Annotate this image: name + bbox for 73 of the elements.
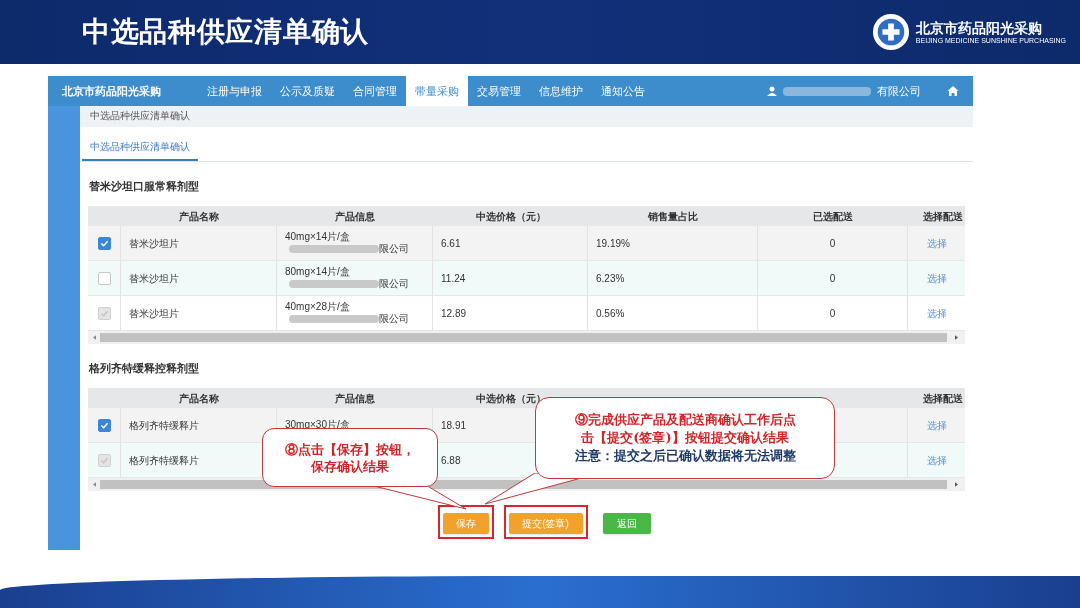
checkbox[interactable]: [97, 236, 111, 250]
breadcrumb[interactable]: 中选品种供应清单确认: [90, 109, 190, 124]
callout-text: ⑨完成供应产品及配送商确认工作后点: [574, 411, 796, 429]
select-link[interactable]: 选择: [926, 235, 947, 251]
action-button[interactable]: 保存: [442, 513, 489, 534]
logo-name: 北京市药品阳光采购: [915, 19, 1043, 36]
table-cell-text: 0.56%: [596, 306, 625, 321]
check-icon: [99, 308, 109, 318]
column-header: 中选价格（元）: [475, 209, 546, 224]
page-tab[interactable]: 中选品种供应清单确认: [82, 139, 198, 161]
table-cell: 限公司: [379, 313, 409, 325]
action-button[interactable]: 返回: [602, 513, 651, 534]
nav-tab[interactable]: 合同管理: [344, 76, 406, 106]
table-cell-text: 替米沙坦片: [129, 236, 179, 251]
section-title: 替米沙坦口服常释剂型: [88, 178, 200, 194]
user-name[interactable]: 有限公司: [877, 82, 921, 100]
table-cell: 限公司: [379, 278, 409, 290]
action-button[interactable]: 提交(签章): [508, 513, 583, 534]
callout-note: 注意：提交之后已确认数据将无法调整: [574, 447, 796, 465]
column-header: 产品信息: [335, 209, 375, 224]
table-cell-text: 6.88: [441, 453, 461, 468]
table-cell-text: 0: [829, 271, 836, 286]
checkbox[interactable]: [97, 271, 111, 285]
nav-tab[interactable]: 信息维护: [530, 76, 592, 106]
nav-tab[interactable]: 带量采购: [406, 76, 468, 106]
check-icon: [99, 420, 109, 430]
table-cell: 80mg×14片/盒: [285, 266, 350, 278]
scroll-left-icon[interactable]: [92, 335, 96, 340]
select-link[interactable]: 选择: [926, 270, 947, 286]
slide-title: 中选品种供应清单确认: [82, 15, 369, 49]
column-header: 销售量占比: [648, 209, 698, 224]
column-header: 产品名称: [179, 209, 219, 224]
section-title: 格列齐特缓释控释剂型: [88, 360, 200, 376]
table-cell-text: 替米沙坦片: [129, 271, 179, 286]
table-cell-text: 0: [829, 306, 836, 321]
column-header: 产品信息: [335, 391, 375, 406]
table-cell-text: 19.19%: [596, 236, 630, 251]
scroll-left-icon[interactable]: [92, 482, 96, 487]
callout-text: 击【提交(签章)】按钮提交确认结果: [581, 429, 789, 447]
table-cell-text: 格列齐特缓释片: [129, 453, 199, 468]
table-cell-text: 11.24: [441, 271, 466, 286]
table-cell-text: 格列齐特缓释片: [129, 418, 199, 433]
column-header: 选择配送: [923, 209, 963, 224]
table-cell: 40mg×14片/盒: [285, 231, 350, 243]
check-icon: [99, 238, 109, 248]
nav-tab[interactable]: 通知公告: [592, 76, 654, 106]
checkbox[interactable]: [97, 418, 111, 432]
check-icon: [99, 455, 109, 465]
table-cell-text: 12.89: [441, 306, 467, 321]
logo-icon: [871, 13, 910, 51]
nav-tab[interactable]: 交易管理: [468, 76, 530, 106]
app-brand[interactable]: 北京市药品阳光采购: [48, 82, 198, 100]
callout-text: ⑧点击【保存】按钮，: [285, 440, 415, 458]
table-cell: 40mg×28片/盒: [285, 301, 350, 313]
nav-tab[interactable]: 注册与申报: [198, 76, 271, 106]
table-cell-text: 6.61: [441, 236, 461, 251]
table-cell: 限公司: [379, 243, 409, 255]
table-cell-text: 6.23%: [596, 271, 625, 286]
table-cell-text: 18.91: [441, 418, 467, 433]
column-header: 已选配送: [813, 209, 853, 224]
home-icon[interactable]: [947, 85, 959, 97]
nav-tab[interactable]: 公示及质疑: [271, 76, 344, 106]
scroll-right-icon[interactable]: [954, 482, 958, 487]
callout-text: 保存确认结果: [311, 457, 389, 475]
column-header: 选择配送: [923, 391, 963, 406]
column-header: 产品名称: [179, 391, 219, 406]
user-icon: [767, 86, 777, 96]
table-cell-text: 替米沙坦片: [129, 306, 179, 321]
horizontal-scrollbar[interactable]: [88, 331, 965, 344]
scroll-right-icon[interactable]: [954, 335, 958, 340]
table-cell-text: 0: [829, 236, 836, 251]
column-header: 中选价格（元）: [475, 391, 546, 406]
select-link[interactable]: 选择: [926, 417, 947, 433]
